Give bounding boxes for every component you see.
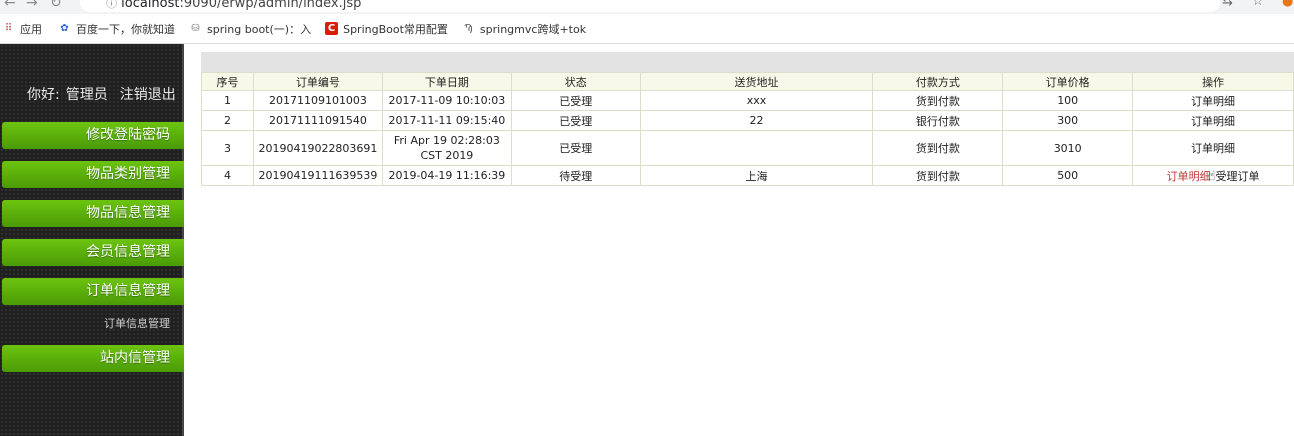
cell-price: 500 [1002,165,1134,186]
cell-status: 已受理 [510,130,641,166]
menu-item-info[interactable]: 物品信息管理 [2,200,184,227]
back-arrow-icon[interactable]: ← [4,0,16,11]
cell-price: 3010 [1002,130,1134,166]
cell-order-id: 20190419022803691 [252,130,383,166]
cell-date: Fri Apr 19 02:28:03 CST 2019 [381,130,512,166]
cell-price: 100 [1002,90,1134,111]
cell-no: 1 [201,90,254,111]
baidu-paw-icon: ✿ [60,23,69,34]
accept-order-link[interactable]: 受理订单 [1216,170,1260,183]
submenu-order-info[interactable]: 订单信息管理 [0,315,184,331]
cell-address: 上海 [639,165,874,186]
csdn-c-icon: C [325,22,339,35]
cell-order-id: 20190419111639539 [252,165,383,186]
bookmark-spring-boot[interactable]: ⛁ spring boot(一)：入 [189,21,311,37]
cell-order-id: 20171111091540 [252,110,383,131]
table-row: 3 20190419022803691 Fri Apr 19 02:28:03 … [201,130,1294,166]
cell-action: 订单明细 [1132,110,1294,131]
cell-date: 2019-04-19 11:16:39 [381,165,512,186]
cell-payment: 货到付款 [872,165,1004,186]
col-header-status: 状态 [510,72,641,91]
bookmark-springboot-config[interactable]: C SpringBoot常用配置 [325,21,448,37]
cell-action: 订单明细 [1132,130,1294,166]
bookmarks-bar: ⠿ 应用 ✿ 百度一下，你就知道 ⛁ spring boot(一)：入 C Sp… [0,14,1294,44]
apps-grid-icon: ⠿ [4,23,13,34]
database-icon: ⛁ [191,23,200,34]
browser-toolbar: ← → ↻ ⓘ localhost:9090/erwp/admin/index.… [0,0,1294,14]
order-detail-link[interactable]: 订单明细 [1191,95,1235,108]
bookmark-apps[interactable]: ⠿ 应用 [2,21,42,37]
menu-change-password[interactable]: 修改登陆密码 [2,122,184,149]
table-title-bar [201,52,1294,72]
welcome-text: 你好: 管理员 注销退出 [27,84,182,104]
url-text[interactable]: ⓘ localhost:9090/erwp/admin/index.jsp [106,0,361,11]
order-table: 序号 订单编号 下单日期 状态 送货地址 付款方式 订单价格 操作 1 2017… [201,72,1294,186]
bookmark-springmvc[interactable]: Ϡ springmvc跨域+tok [462,21,586,37]
col-header-date: 下单日期 [381,72,512,91]
cell-no: 3 [201,130,254,166]
sketch-icon: Ϡ [464,23,473,34]
extension-icon[interactable]: ● [1282,0,1293,9]
table-row: 1 20171109101003 2017-11-09 10:10:03 已受理… [201,90,1294,111]
table-row: 4 20190419111639539 2019-04-19 11:16:39 … [201,165,1294,186]
cell-address: 22 [639,110,874,131]
menu-item-category[interactable]: 物品类别管理 [2,161,184,188]
cell-no: 4 [201,165,254,186]
star-icon[interactable]: ☆ [1252,0,1264,9]
col-header-no: 序号 [201,72,254,91]
col-header-price: 订单价格 [1002,72,1134,91]
cell-no: 2 [201,110,254,131]
col-header-payment: 付款方式 [872,72,1004,91]
main-content: 序号 订单编号 下单日期 状态 送货地址 付款方式 订单价格 操作 1 2017… [186,44,1294,436]
col-header-action: 操作 [1132,72,1294,91]
translate-icon[interactable]: ⇆ [1222,0,1233,9]
cell-date: 2017-11-11 09:15:40 [381,110,512,131]
cell-price: 300 [1002,110,1134,131]
bookmark-baidu[interactable]: ✿ 百度一下，你就知道 [58,21,175,37]
col-header-order-id: 订单编号 [252,72,383,91]
order-detail-link-hover[interactable]: 订单明细 [1167,170,1211,183]
logout-link[interactable]: 注销退出 [120,87,176,103]
cell-payment: 银行付款 [872,110,1004,131]
hand-cursor-icon: ☝ [1207,168,1216,184]
info-icon: ⓘ [106,0,117,10]
cell-status: 待受理 [510,165,641,186]
admin-sidebar: 你好: 管理员 注销退出 修改登陆密码 物品类别管理 物品信息管理 会员信息管理 订… [0,44,184,436]
greeting-label: 你好: [27,87,60,103]
cell-status: 已受理 [510,110,641,131]
reload-icon[interactable]: ↻ [50,0,62,11]
forward-arrow-icon[interactable]: → [26,0,38,11]
cell-action: 订单明细 [1132,90,1294,111]
cell-address: xxx [639,90,874,111]
menu-site-messages[interactable]: 站内信管理 [2,345,184,372]
cell-address [639,130,874,166]
cell-payment: 货到付款 [872,130,1004,166]
order-detail-link[interactable]: 订单明细 [1191,115,1235,128]
username-label: 管理员 [65,87,108,103]
table-header-row: 序号 订单编号 下单日期 状态 送货地址 付款方式 订单价格 操作 [201,72,1294,91]
cell-status: 已受理 [510,90,641,111]
menu-order-info[interactable]: 订单信息管理 [2,278,184,305]
cell-date: 2017-11-09 10:10:03 [381,90,512,111]
menu-member-info[interactable]: 会员信息管理 [2,239,184,266]
cell-action: 订单明细☝受理订单 [1132,165,1294,186]
order-detail-link[interactable]: 订单明细 [1191,142,1235,155]
col-header-address: 送货地址 [639,72,874,91]
table-row: 2 20171111091540 2017-11-11 09:15:40 已受理… [201,110,1294,131]
cell-order-id: 20171109101003 [252,90,383,111]
cell-payment: 货到付款 [872,90,1004,111]
